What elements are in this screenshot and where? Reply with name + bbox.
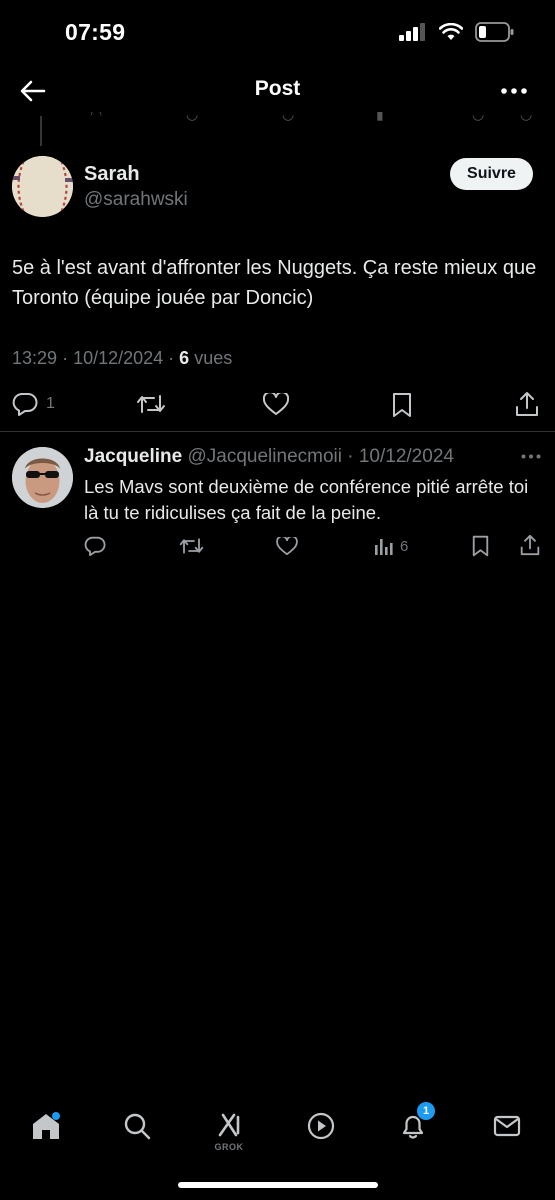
reply-actions: 6 <box>0 534 555 560</box>
bottom-nav: GROK 1 <box>0 1096 555 1156</box>
reply-text: Les Mavs sont deuxième de conférence pit… <box>84 476 529 523</box>
nav-messages[interactable] <box>487 1106 527 1146</box>
notifications-badge: 1 <box>417 1102 435 1120</box>
share-icon <box>516 392 538 416</box>
reply-author-name[interactable]: Jacqueline <box>84 446 182 467</box>
views-chart-icon <box>375 539 393 555</box>
play-icon <box>307 1112 335 1140</box>
bookmark-button[interactable] <box>391 392 413 418</box>
home-new-dot <box>52 1112 60 1120</box>
reply-like-button[interactable] <box>276 537 298 555</box>
reply-icon <box>84 536 106 556</box>
more-horizontal-icon <box>521 454 541 459</box>
share-button[interactable] <box>515 391 539 417</box>
reply-avatar[interactable] <box>12 447 73 508</box>
home-indicator[interactable] <box>178 1182 378 1188</box>
status-icons <box>399 22 515 42</box>
reply-views-count: 6 <box>400 537 409 555</box>
reply-reply-button[interactable] <box>84 536 106 556</box>
retweet-button[interactable] <box>136 392 166 416</box>
nav-search[interactable] <box>117 1106 157 1146</box>
reply-header: Jacqueline @Jacquelinecmoii · 10/12/2024 <box>84 446 454 468</box>
post-views-count: 6 <box>179 348 190 368</box>
post-actions: 1 <box>0 390 555 420</box>
bookmark-icon <box>393 393 411 417</box>
post-date: 10/12/2024 <box>73 348 164 368</box>
author-name[interactable]: Sarah <box>84 163 140 186</box>
post-text: 5e à l'est avant d'affronter les Nuggets… <box>12 257 537 309</box>
reply-share-button[interactable] <box>520 534 540 556</box>
nav-video[interactable] <box>301 1106 341 1146</box>
retweet-icon <box>137 395 165 413</box>
post-views-label: vues <box>194 348 233 368</box>
reply-author-handle[interactable]: @Jacquelinecmoii <box>188 446 342 467</box>
thread-connector-line <box>40 116 42 146</box>
more-horizontal-icon <box>501 88 527 94</box>
grok-label: GROK <box>214 1142 244 1152</box>
battery-icon <box>475 22 514 42</box>
like-button[interactable] <box>263 393 289 415</box>
page-title: Post <box>254 77 301 100</box>
reply-bookmark-button[interactable] <box>471 535 490 557</box>
grok-icon <box>218 1113 240 1137</box>
reply-button[interactable]: 1 <box>12 392 55 416</box>
reply-views-button[interactable]: 6 <box>374 536 408 556</box>
divider <box>0 431 555 432</box>
meta-separator: · <box>341 446 359 467</box>
meta-separator: · <box>62 348 74 368</box>
post-meta: 13:29 · 10/12/2024 · 6 vues <box>12 348 232 369</box>
heart-icon <box>263 393 289 415</box>
bookmark-icon <box>472 535 489 557</box>
nav-grok[interactable]: GROK <box>209 1106 249 1152</box>
wifi-icon <box>439 23 463 40</box>
heart-icon <box>276 537 298 555</box>
status-time: 07:59 <box>65 19 126 45</box>
retweet-icon <box>179 538 204 554</box>
reply-more-options-button[interactable] <box>521 446 541 464</box>
author-handle[interactable]: @sarahwski <box>84 189 188 211</box>
baseball-avatar-image <box>12 156 73 217</box>
nav-notifications[interactable]: 1 <box>393 1102 435 1146</box>
header: Post <box>0 66 555 116</box>
reply-icon <box>12 393 38 416</box>
avatar[interactable] <box>12 156 73 217</box>
mail-icon <box>493 1115 521 1137</box>
reply-retweet-button[interactable] <box>179 536 204 556</box>
parent-tweet-actions-remnant: ◠ ◡ ◡ ▮ ◡ ◡ <box>90 112 533 122</box>
person-sunglasses-avatar-image <box>12 447 73 508</box>
status-bar: 07:59 <box>0 0 555 66</box>
share-icon <box>520 534 540 556</box>
reply-count: 1 <box>46 395 55 412</box>
more-options-button[interactable] <box>499 78 529 104</box>
meta-separator: · <box>168 348 180 368</box>
cellular-signal-icon <box>399 23 425 41</box>
post-time: 13:29 <box>12 348 58 368</box>
reply-date: 10/12/2024 <box>358 446 454 467</box>
nav-home[interactable] <box>26 1106 66 1146</box>
follow-button[interactable]: Suivre <box>450 158 533 190</box>
search-icon <box>124 1113 151 1140</box>
